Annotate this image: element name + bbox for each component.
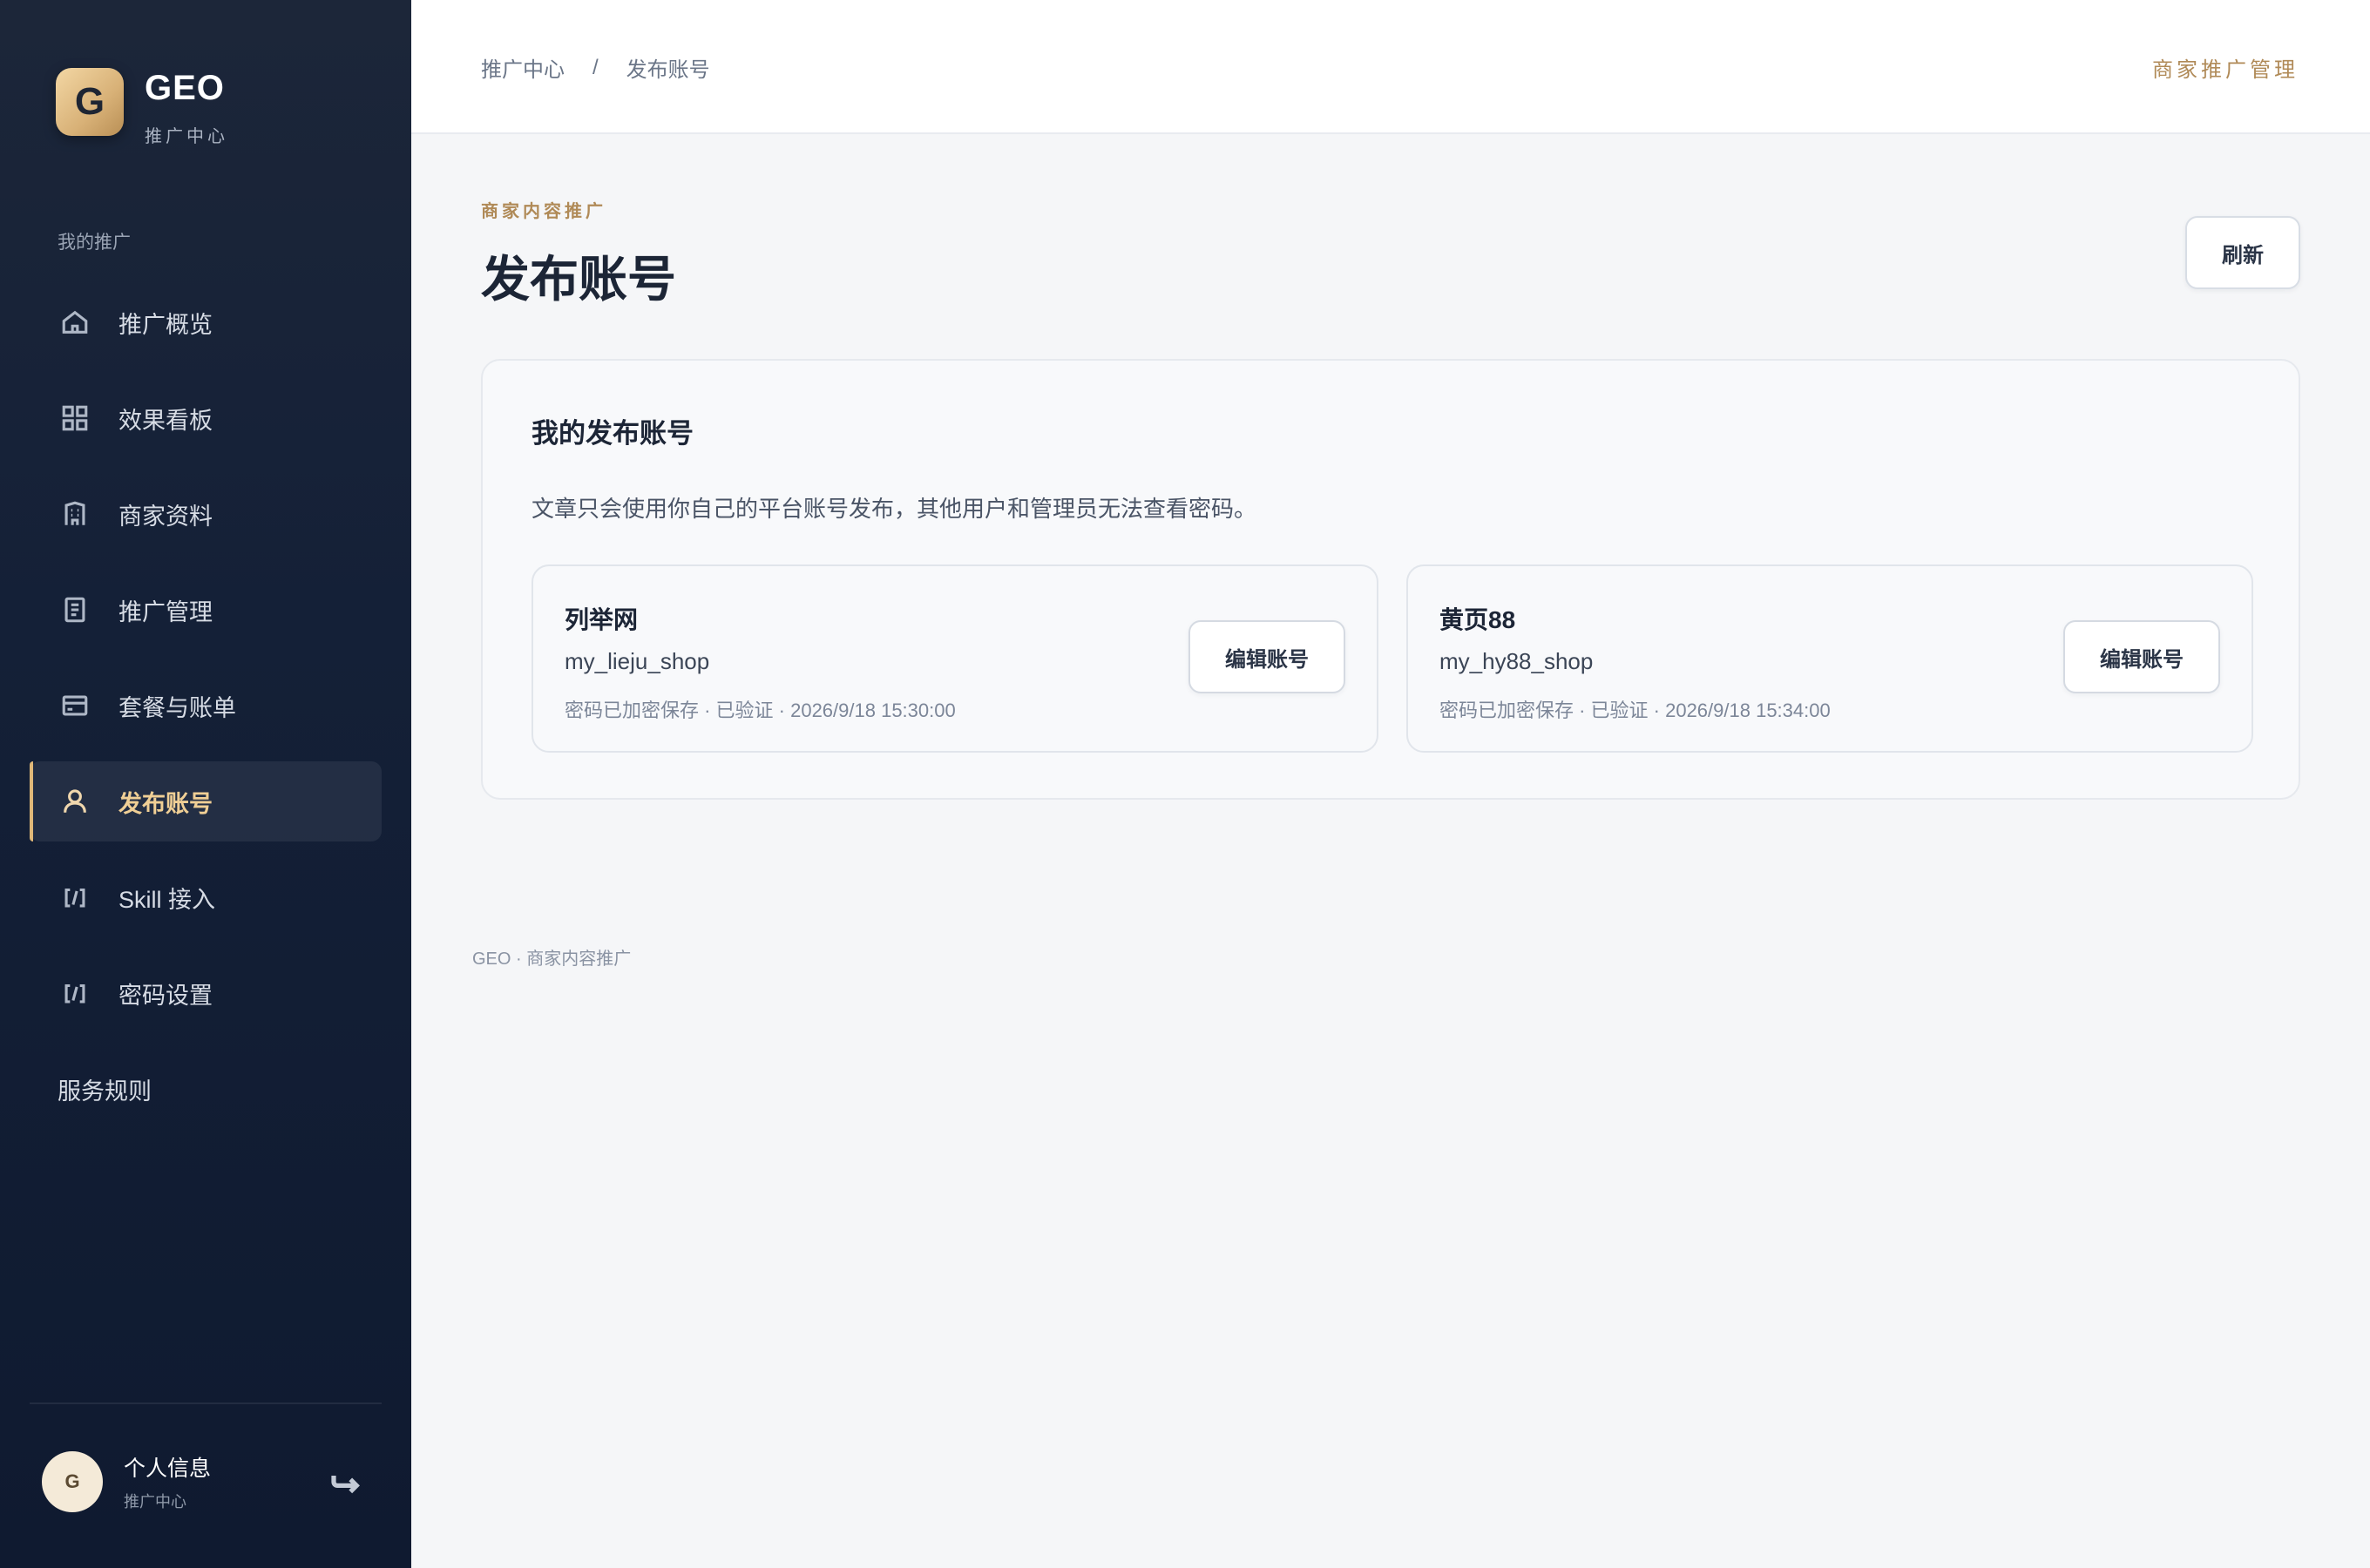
avatar: G xyxy=(42,1451,103,1512)
grid-icon xyxy=(59,402,91,434)
sidebar-item-label: 推广概览 xyxy=(118,311,213,338)
sidebar-item-label: 商家资料 xyxy=(118,503,213,530)
logout-icon[interactable] xyxy=(328,1463,364,1500)
sidebar-item-label: 发布账号 xyxy=(118,790,213,817)
refresh-button[interactable]: 刷新 xyxy=(2185,216,2300,289)
account-platform: 列举网 xyxy=(565,606,639,633)
sidebar-item-merchant-profile[interactable]: 商家资料 xyxy=(30,474,382,554)
edit-account-button[interactable]: 编辑账号 xyxy=(1188,620,1345,693)
sidebar-item-label: 密码设置 xyxy=(118,982,213,1009)
brand-logo: G xyxy=(56,68,124,136)
account-card: 列举网 my_lieju_shop 密码已加密保存 · 已验证 · 2026/9… xyxy=(532,564,1378,753)
panel-title: 我的发布账号 xyxy=(532,418,694,449)
home-icon xyxy=(59,307,91,338)
sidebar-item-label: 效果看板 xyxy=(118,407,213,434)
brand-text: GEO 推广中心 xyxy=(145,68,228,147)
code-icon xyxy=(59,882,91,913)
sidebar-item-label: 推广管理 xyxy=(118,598,213,625)
sidebar-item-skill-integration[interactable]: Skill 接入 xyxy=(30,857,382,937)
edit-account-button[interactable]: 编辑账号 xyxy=(2063,620,2220,693)
code-icon xyxy=(59,977,91,1009)
sidebar-item-publish-accounts[interactable]: 发布账号 xyxy=(30,761,382,841)
profile-subtitle: 推广中心 xyxy=(124,1493,186,1511)
brand[interactable]: G GEO 推广中心 xyxy=(56,68,228,147)
top-bar: 推广中心 / 发布账号 商家推广管理 xyxy=(411,0,2370,134)
sidebar-item-service-rules[interactable]: 服务规则 xyxy=(30,1049,382,1129)
account-meta: 密码已加密保存 · 已验证 · 2026/9/18 15:34:00 xyxy=(1439,700,1831,721)
profile-text: 个人信息 推广中心 xyxy=(124,1451,211,1512)
breadcrumb-separator: / xyxy=(592,55,599,79)
card-icon xyxy=(59,690,91,721)
account-card: 黄页88 my_hy88_shop 密码已加密保存 · 已验证 · 2026/9… xyxy=(1406,564,2253,753)
sidebar-item-dashboard[interactable]: 效果看板 xyxy=(30,378,382,458)
sidebar-item-billing[interactable]: 套餐与账单 xyxy=(30,666,382,746)
footer-text: GEO · 商家内容推广 xyxy=(472,950,632,969)
account-username: my_lieju_shop xyxy=(565,648,710,674)
sidebar-item-password-settings[interactable]: 密码设置 xyxy=(30,953,382,1033)
panel-description: 文章只会使用你自己的平台账号发布，其他用户和管理员无法查看密码。 xyxy=(532,496,1257,522)
brand-name: GEO xyxy=(145,69,225,107)
sidebar-item-promotion-management[interactable]: 推广管理 xyxy=(30,570,382,650)
header-right-label: 商家推广管理 xyxy=(2152,58,2299,82)
page-title: 发布账号 xyxy=(481,252,676,307)
account-username: my_hy88_shop xyxy=(1439,648,1594,674)
profile-name: 个人信息 xyxy=(124,1456,212,1481)
sidebar-divider xyxy=(30,1402,382,1404)
user-icon xyxy=(59,786,91,817)
sidebar-item-label: Skill 接入 xyxy=(118,886,216,913)
brand-subtitle: 推广中心 xyxy=(145,127,228,146)
account-meta: 密码已加密保存 · 已验证 · 2026/9/18 15:30:00 xyxy=(565,700,956,721)
breadcrumb-item-home[interactable]: 推广中心 xyxy=(481,52,565,83)
sidebar: G GEO 推广中心 我的推广 推广概览 效果看板 商家资料 推广管理 套餐与账… xyxy=(0,0,411,1568)
account-platform: 黄页88 xyxy=(1439,606,1516,633)
sidebar-item-overview[interactable]: 推广概览 xyxy=(30,282,382,362)
breadcrumb: 推广中心 / 发布账号 xyxy=(481,52,710,83)
sidebar-item-label: 套餐与账单 xyxy=(118,694,236,721)
document-icon xyxy=(59,594,91,625)
sidebar-item-label: 服务规则 xyxy=(58,1078,152,1105)
publish-accounts-panel: 我的发布账号 文章只会使用你自己的平台账号发布，其他用户和管理员无法查看密码。 … xyxy=(481,359,2300,800)
sidebar-section-label: 我的推广 xyxy=(58,233,131,253)
breadcrumb-item-current: 发布账号 xyxy=(626,58,710,82)
page-eyebrow: 商家内容推广 xyxy=(481,202,606,221)
profile-section[interactable]: G 个人信息 推广中心 xyxy=(42,1451,364,1512)
sidebar-nav: 推广概览 效果看板 商家资料 推广管理 套餐与账单 发布账号 Skill 接入 … xyxy=(30,282,382,1145)
building-icon xyxy=(59,498,91,530)
